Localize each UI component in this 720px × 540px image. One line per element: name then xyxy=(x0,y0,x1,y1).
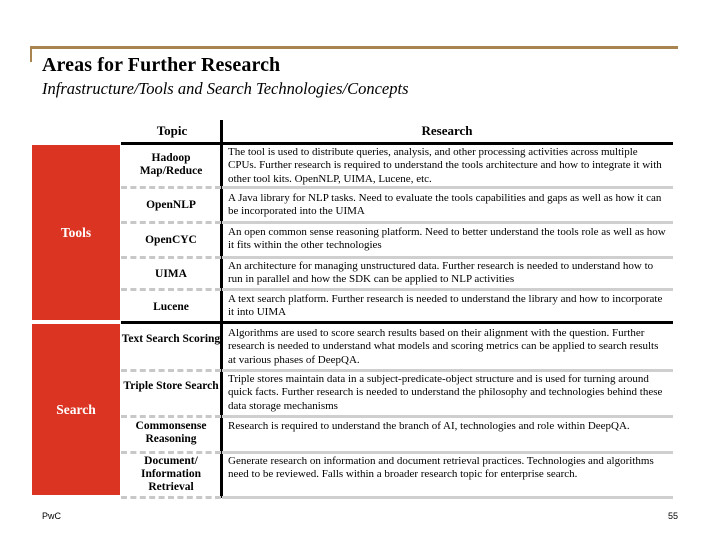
row-research: A text search platform. Further research… xyxy=(228,293,663,319)
row-topic: Lucene xyxy=(153,301,189,313)
row-topic: Hadoop Map/Reduce xyxy=(139,152,203,177)
row-research: Triple stores maintain data in a subject… xyxy=(228,373,663,412)
footer-company: PwC xyxy=(42,511,62,521)
row-topic: Document/ Information Retrieval xyxy=(140,455,202,493)
row-topic: Commonsense Reasoning xyxy=(135,420,207,445)
column-header-research: Research xyxy=(421,123,473,138)
column-header-topic: Topic xyxy=(156,123,188,138)
page-subtitle: Infrastructure/Tools and Search Technolo… xyxy=(42,79,409,98)
title-rule-tick xyxy=(30,46,32,62)
title-rule xyxy=(30,46,678,49)
group-divider xyxy=(121,321,673,324)
row-topic: Text Search Scoring xyxy=(121,333,221,345)
row-research: An architecture for managing unstructure… xyxy=(228,260,654,286)
group-label-search: Search xyxy=(56,402,96,417)
row-topic: OpenCYC xyxy=(145,234,197,246)
page-number: 55 xyxy=(667,511,678,521)
row-topic: UIMA xyxy=(155,268,187,280)
row-research: Generate research on information and doc… xyxy=(228,455,654,481)
row-research: An open common sense reasoning platform.… xyxy=(228,226,666,252)
row-topic: OpenNLP xyxy=(146,199,196,211)
header-divider xyxy=(121,142,673,145)
row-research: Algorithms are used to score search resu… xyxy=(228,327,659,366)
row-research: The tool is used to distribute queries, … xyxy=(228,146,662,185)
group-label-tools: Tools xyxy=(60,225,92,240)
row-research: A Java library for NLP tasks. Need to ev… xyxy=(228,192,662,218)
page-title: Areas for Further Research xyxy=(42,54,281,76)
row-topic: Triple Store Search xyxy=(123,380,219,392)
row-research: Research is required to understand the b… xyxy=(228,420,630,432)
